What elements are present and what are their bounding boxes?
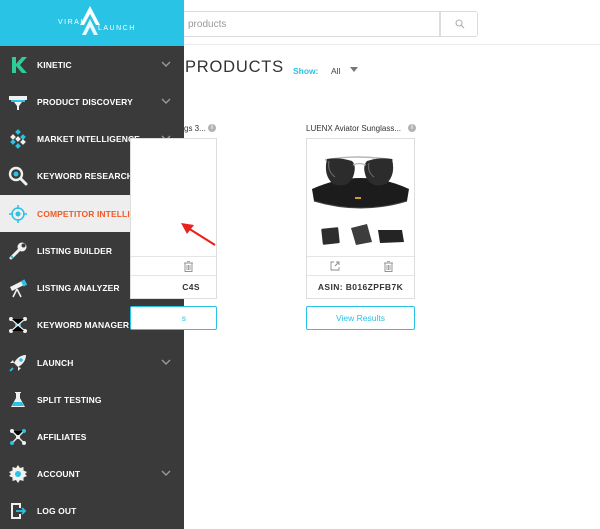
logo-mark-icon bbox=[80, 6, 100, 35]
diamond-grid-icon bbox=[10, 129, 26, 149]
sidebar-item-label: KEYWORD MANAGER bbox=[37, 319, 130, 330]
search-input[interactable] bbox=[184, 12, 424, 36]
product-card: ASIN: B016ZPFB7K bbox=[306, 138, 415, 299]
chevron-down-icon[interactable] bbox=[161, 469, 171, 477]
search-button[interactable] bbox=[440, 11, 478, 37]
sidebar-item-product-discovery[interactable]: PRODUCT DISCOVERY bbox=[0, 83, 184, 120]
aviator-sunglasses-product-image bbox=[312, 156, 409, 245]
sidebar-item-label: LISTING ANALYZER bbox=[37, 282, 120, 293]
caret-down-icon[interactable] bbox=[350, 67, 358, 73]
product-image bbox=[307, 139, 414, 256]
search-field[interactable] bbox=[184, 11, 440, 37]
logout-icon bbox=[11, 503, 27, 519]
show-filter-label: Show: bbox=[293, 66, 319, 76]
sidebar-item-label: SPLIT TESTING bbox=[37, 394, 102, 405]
rocket-icon bbox=[9, 355, 26, 372]
product-asin: ASIN: B016ZPFB7K bbox=[317, 282, 404, 292]
magnifier-icon bbox=[8, 166, 28, 186]
sidebar-item-label: ACCOUNT bbox=[37, 468, 81, 479]
view-results-button[interactable]: View Results bbox=[306, 306, 415, 330]
search-icon bbox=[455, 19, 465, 29]
show-filter-select[interactable]: All bbox=[331, 66, 340, 76]
info-icon[interactable]: i bbox=[208, 124, 216, 132]
telescope-icon bbox=[10, 279, 28, 298]
flask-icon bbox=[11, 392, 25, 407]
chevron-down-icon[interactable] bbox=[161, 60, 171, 68]
sidebar-item-label: KEYWORD RESEARCH bbox=[37, 170, 134, 181]
funnel-icon bbox=[9, 96, 27, 110]
sidebar-item-split-testing[interactable]: SPLIT TESTING bbox=[0, 381, 184, 418]
sidebar-item-label: AFFILIATES bbox=[37, 431, 87, 442]
product-card-actions bbox=[131, 256, 216, 276]
product-card-title: LUENX Aviator Sunglass... bbox=[306, 124, 402, 133]
sidebar-item-affiliates[interactable]: AFFILIATES bbox=[0, 418, 184, 455]
gear-icon bbox=[9, 465, 27, 483]
trash-icon[interactable] bbox=[184, 261, 193, 272]
sidebar-item-label: KINETIC bbox=[37, 59, 72, 70]
info-icon[interactable]: i bbox=[408, 124, 416, 132]
sidebar-item-launch[interactable]: LAUNCH bbox=[0, 344, 184, 381]
network-icon bbox=[9, 317, 27, 333]
product-card-title: gs 3... bbox=[184, 124, 206, 133]
header-divider bbox=[184, 44, 600, 45]
sidebar-item-label: MARKET INTELLIGENCE bbox=[37, 133, 140, 144]
logo-text-right: LAUNCH bbox=[98, 25, 136, 32]
chevron-down-icon[interactable] bbox=[161, 358, 171, 366]
trash-icon[interactable] bbox=[384, 261, 393, 272]
kinetic-k-icon bbox=[12, 57, 27, 73]
view-results-button[interactable]: s bbox=[130, 306, 217, 330]
chevron-down-icon[interactable] bbox=[161, 97, 171, 105]
viral-launch-logo[interactable]: VIRAL LAUNCH bbox=[0, 0, 184, 46]
sidebar-item-account[interactable]: ACCOUNT bbox=[0, 455, 184, 492]
sidebar-item-kinetic[interactable]: KINETIC bbox=[0, 46, 184, 83]
wrench-icon bbox=[9, 242, 27, 260]
target-icon bbox=[9, 205, 27, 223]
sidebar-item-label: LISTING BUILDER bbox=[37, 245, 113, 256]
product-card: C4S bbox=[130, 138, 217, 299]
sidebar-item-label: LOG OUT bbox=[37, 505, 77, 516]
sidebar-item-label: LAUNCH bbox=[37, 357, 74, 368]
annotation-arrow bbox=[181, 223, 216, 246]
nodes-icon bbox=[10, 429, 26, 445]
page-title: PRODUCTS bbox=[185, 58, 284, 76]
product-card-actions bbox=[307, 256, 414, 276]
sidebar-item-log-out[interactable]: LOG OUT bbox=[0, 492, 184, 529]
product-asin: C4S bbox=[182, 282, 200, 292]
external-link-icon[interactable] bbox=[330, 261, 340, 271]
sidebar-item-label: PRODUCT DISCOVERY bbox=[37, 96, 133, 107]
